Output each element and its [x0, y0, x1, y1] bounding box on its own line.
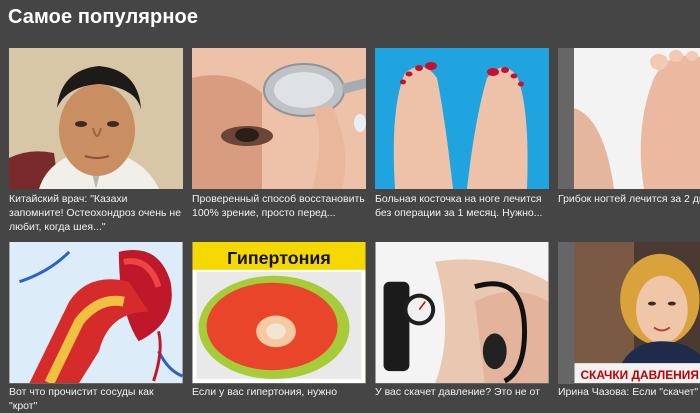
article-caption[interactable]: Китайский врач: "Казахи запомните! Остео…	[9, 192, 183, 234]
article-caption[interactable]: Грибок ногтей лечится за 2 дн Простой до…	[558, 192, 700, 206]
article-thumbnail-foot-sole[interactable]	[558, 48, 700, 189]
article-caption[interactable]: Вот что прочистит сосуды как "крот"	[9, 385, 183, 413]
article-caption[interactable]: Ирина Чазова: Если "скачет"	[558, 385, 700, 399]
article-caption[interactable]: Если у вас гипертония, нужно	[192, 385, 366, 399]
article-thumbnail-artery-illustration[interactable]	[9, 242, 183, 384]
article-thumbnail-spoon-eye[interactable]	[192, 48, 366, 189]
hypertension-banner-text: Гипертония	[227, 248, 331, 268]
article-caption[interactable]: У вас скачет давление? Это не от	[375, 385, 549, 399]
article-thumbnail-woman-portrait[interactable]: СКАЧКИ ДАВЛЕНИЯ	[558, 242, 700, 384]
article-thumbnail-tonometer[interactable]	[375, 242, 549, 384]
article-caption[interactable]: Проверенный способ восстановить 100% зре…	[192, 192, 366, 220]
article-thumbnail-hypertension-fruit[interactable]: Гипертония	[192, 242, 366, 384]
pressure-banner-text: СКАЧКИ ДАВЛЕНИЯ	[580, 368, 698, 382]
article-caption[interactable]: Больная косточка на ноге лечится без опе…	[375, 192, 549, 220]
article-thumbnail-feet[interactable]	[375, 48, 549, 189]
article-grid: Китайский врач: "Казахи запомните! Остео…	[0, 0, 700, 400]
article-thumbnail-doctor-portrait[interactable]	[9, 48, 183, 189]
